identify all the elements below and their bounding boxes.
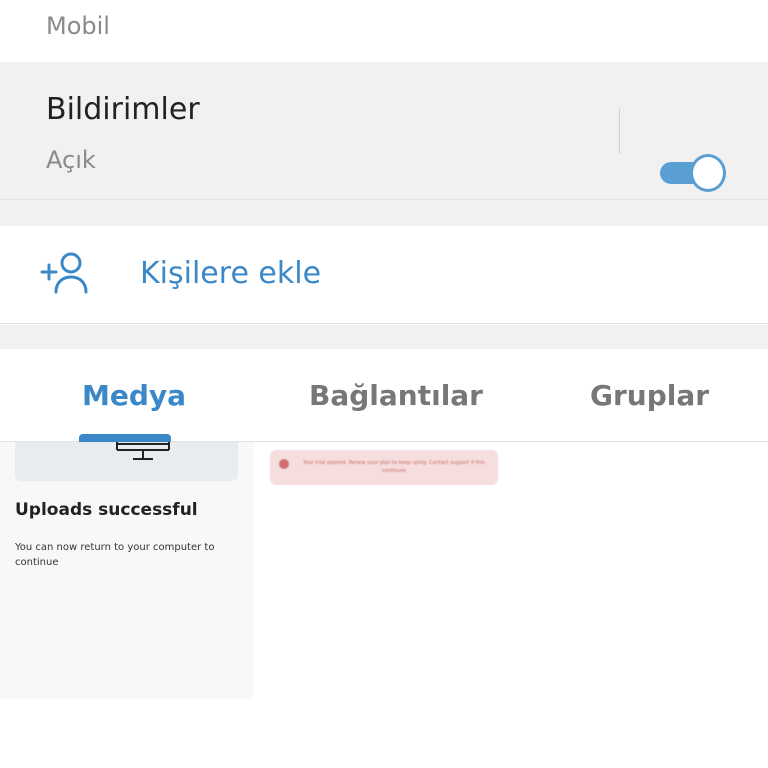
error-icon bbox=[279, 459, 289, 469]
section-gap bbox=[0, 325, 768, 349]
media-tabs: Medya Bağlantılar Gruplar bbox=[0, 349, 768, 442]
top-row-subtitle: Mobil bbox=[46, 12, 110, 40]
active-tab-indicator bbox=[79, 434, 171, 442]
section-gap bbox=[0, 200, 768, 226]
tab-medya[interactable]: Medya bbox=[82, 379, 186, 412]
toggle-knob bbox=[690, 154, 726, 192]
media-item[interactable]: Uploads successful You can now return to… bbox=[0, 442, 254, 699]
add-person-icon bbox=[40, 252, 90, 298]
media-grid: Uploads successful You can now return to… bbox=[0, 442, 768, 768]
uploads-description: You can now return to your computer to c… bbox=[15, 542, 215, 568]
tab-baglantilar[interactable]: Bağlantılar bbox=[309, 379, 483, 412]
notifications-row[interactable]: Bildirimler Açık bbox=[0, 62, 768, 200]
add-to-contacts-label: Kişilere ekle bbox=[140, 256, 322, 291]
divider bbox=[619, 108, 620, 154]
uploads-title: Uploads successful bbox=[15, 500, 198, 520]
notifications-status: Açık bbox=[46, 146, 96, 174]
media-item[interactable]: Your trial expired. Renew your plan to k… bbox=[270, 450, 498, 485]
tab-gruplar[interactable]: Gruplar bbox=[590, 379, 709, 412]
top-row[interactable]: Mobil bbox=[0, 0, 768, 62]
monitor-icon bbox=[113, 442, 173, 464]
add-to-contacts-row[interactable]: Kişilere ekle bbox=[0, 226, 768, 324]
error-text: Your trial expired. Renew your plan to k… bbox=[303, 460, 485, 474]
thumbnail-header bbox=[15, 442, 238, 481]
notifications-toggle[interactable] bbox=[660, 154, 726, 192]
notifications-title: Bildirimler bbox=[46, 92, 200, 127]
